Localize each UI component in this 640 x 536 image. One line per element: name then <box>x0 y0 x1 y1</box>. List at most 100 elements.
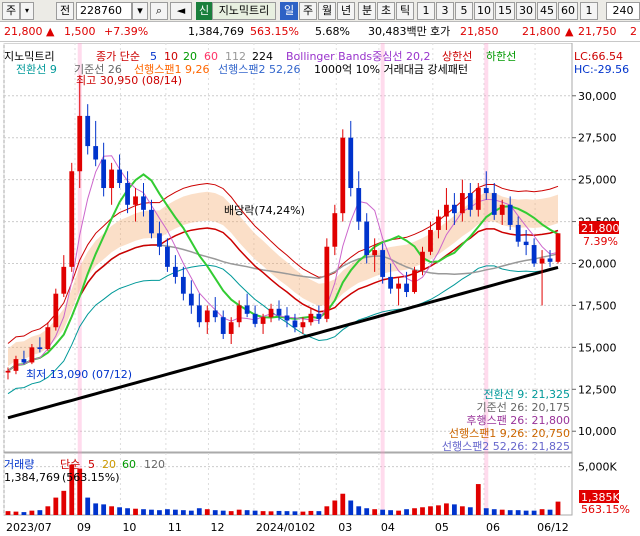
code-input[interactable]: 228760 <box>76 2 132 20</box>
candle-body <box>340 137 346 214</box>
candle-body <box>228 322 234 334</box>
legend-ichimoku: 전환선 9 <box>16 63 57 76</box>
volume-bar <box>332 500 338 515</box>
volume-bar <box>5 511 11 515</box>
interval-custom[interactable]: 1 <box>580 2 598 20</box>
volume-bar <box>436 505 441 515</box>
interval-15[interactable]: 15 <box>495 2 515 20</box>
last: 2 <box>630 25 637 38</box>
candle-body <box>13 359 19 371</box>
price-tick-label: 20,000 <box>578 258 617 271</box>
market-dropdown[interactable]: ▾ <box>20 2 34 20</box>
toolbar: 주 ▾ 전 228760 ▾ ⌕ ◄ 신 지노믹트리 일 주 월 년 분 초 틱… <box>0 0 640 22</box>
candle-body <box>212 310 218 318</box>
price-tick-label: 27,500 <box>578 132 617 145</box>
ask-label: 호가 <box>430 25 451 38</box>
interval-5[interactable]: 5 <box>455 2 473 20</box>
time-tick-label: 09 <box>77 521 91 534</box>
volume-bar <box>459 506 465 515</box>
ask: 21,850 <box>460 25 499 38</box>
legend-pattern: 1000억 10% 거래대금 강세패턴 <box>314 63 468 76</box>
volume-bar <box>228 511 234 515</box>
candle-body <box>451 204 457 214</box>
legend-ma-20: 20 <box>183 50 197 63</box>
legend-lc: LC:66.54 <box>574 50 623 63</box>
candle-body <box>61 266 67 294</box>
current-price-label: 21,800 <box>581 222 620 235</box>
period-minute[interactable]: 분 <box>358 2 376 20</box>
volume-bar <box>364 508 370 515</box>
price: 21,800 <box>4 25 43 38</box>
volume-bar <box>316 511 322 515</box>
volume-bar <box>284 511 290 515</box>
search-icon[interactable]: ⌕ <box>150 2 168 20</box>
volume-bar <box>380 509 386 515</box>
volume-bar <box>268 511 274 515</box>
volume-bar <box>117 507 122 515</box>
volume-bar <box>180 510 186 515</box>
volume-bar <box>396 510 401 515</box>
time-tick-label: 05 <box>435 521 449 534</box>
volume-bar <box>507 510 513 515</box>
volume-bar <box>37 510 43 515</box>
period-day[interactable]: 일 <box>280 2 298 20</box>
volume-bar <box>324 506 330 515</box>
indicator-name[interactable]: 지노믹트리 <box>212 2 276 20</box>
volume-bar <box>21 512 27 515</box>
candle-body <box>316 313 322 319</box>
volume-bar <box>61 490 67 515</box>
candle-body <box>348 137 354 189</box>
period-year[interactable]: 년 <box>337 2 355 20</box>
code-type-button[interactable]: 전 <box>56 2 74 20</box>
interval-1[interactable]: 1 <box>417 2 435 20</box>
volume-ma-120: 120 <box>144 458 165 471</box>
interval-3[interactable]: 3 <box>436 2 454 20</box>
legend-lead2: 선행스팬2 52,26 <box>218 63 300 76</box>
interval-60[interactable]: 60 <box>558 2 578 20</box>
period-month[interactable]: 월 <box>318 2 336 20</box>
volume-bar <box>451 504 457 515</box>
search-icon[interactable]: ▾ <box>132 2 148 20</box>
candle-body <box>85 115 91 147</box>
time-tick-label: 06 <box>486 521 500 534</box>
volume-bar <box>165 509 170 515</box>
interval-input[interactable]: 240 <box>606 2 640 20</box>
period-second[interactable]: 초 <box>377 2 395 20</box>
volume-bar <box>292 511 298 515</box>
candle-body <box>507 204 513 225</box>
bid: 21,800 <box>522 25 561 38</box>
period-tick[interactable]: 틱 <box>396 2 414 20</box>
current-pct-label: 7.39% <box>583 235 618 248</box>
volume-bar <box>109 506 115 515</box>
volume-ma-20: 20 <box>102 458 116 471</box>
speaker-icon[interactable]: ◄ <box>170 2 192 20</box>
volume-bar <box>13 511 19 515</box>
candle-body <box>5 370 11 373</box>
time-tick-label: 2023/07 <box>6 521 52 534</box>
interval-10[interactable]: 10 <box>474 2 494 20</box>
candle-body <box>284 315 290 321</box>
interval-45[interactable]: 45 <box>537 2 557 20</box>
change: 1,500 <box>64 25 96 38</box>
candle-body <box>499 204 505 215</box>
interval-30[interactable]: 30 <box>516 2 536 20</box>
price-tick-label: 15,000 <box>578 341 617 354</box>
period-week[interactable]: 주 <box>299 2 317 20</box>
volume-pct-label: 563.15% <box>581 503 630 516</box>
candle-body <box>93 146 99 160</box>
new-badge[interactable]: 신 <box>196 2 212 20</box>
candle-body <box>196 305 202 323</box>
volume-bar <box>276 510 282 515</box>
candle-body <box>436 216 441 230</box>
legend-lower: 하한선 <box>486 49 516 63</box>
volume-ratio-label: (563.15%) <box>62 471 120 484</box>
candle-body <box>117 169 122 183</box>
volume-bar <box>444 503 449 515</box>
ex-rights-annotation: 배당락(74,24%) <box>224 204 305 217</box>
stock-chart[interactable]: 10,00012,50015,00017,50020,00022,50025,0… <box>0 43 640 536</box>
candle-body <box>260 317 266 324</box>
market-button[interactable]: 주 <box>2 2 20 20</box>
price-tick-label: 30,000 <box>578 90 617 103</box>
candle-body <box>388 276 394 289</box>
candle-body <box>475 188 481 210</box>
